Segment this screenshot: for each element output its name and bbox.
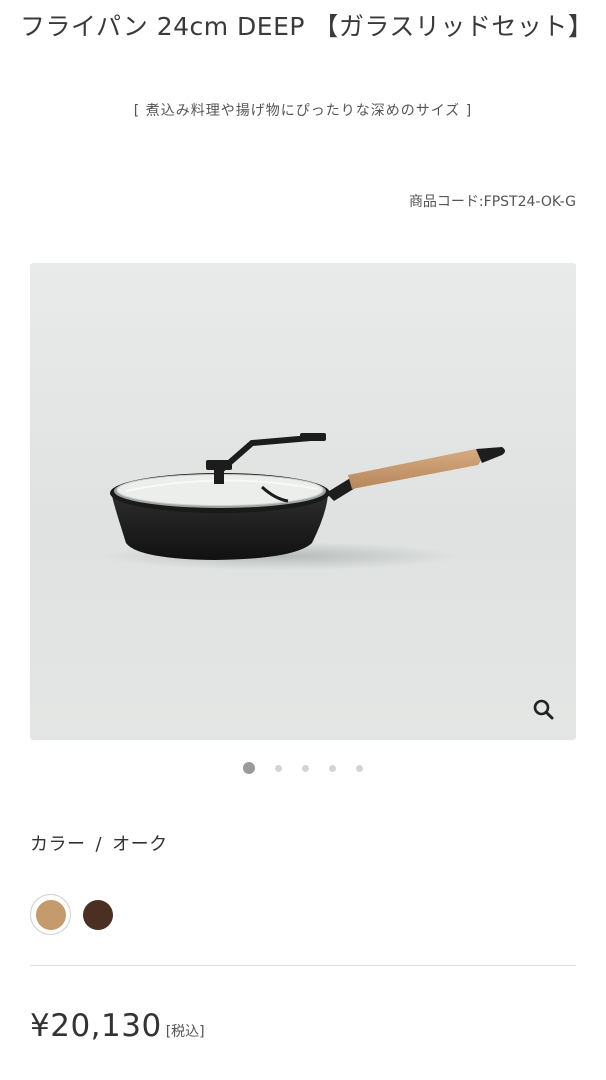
section-divider <box>30 965 576 966</box>
color-swatch-walnut[interactable] <box>83 899 113 930</box>
pagination-dot-2[interactable] <box>275 764 282 772</box>
frying-pan-image <box>100 433 505 570</box>
color-selection-label: カラー / オーク <box>30 830 168 856</box>
pagination-dot-3[interactable] <box>302 764 309 772</box>
product-subtitle: [ 煮込み料理や揚げ物にぴったりな深めのサイズ ] <box>133 103 473 119</box>
product-title: フライパン 24cm DEEP 【ガラスリッドセット】 <box>20 12 594 41</box>
price-tax-label: [税込] <box>165 1024 205 1040</box>
color-separator: / <box>95 834 103 855</box>
product-code: 商品コード:FPST24-OK-G <box>408 194 576 210</box>
product-image-gallery[interactable] <box>30 263 576 740</box>
selected-color-name: オーク <box>112 834 168 855</box>
zoom-button[interactable] <box>530 696 558 724</box>
gallery-pagination <box>0 760 606 776</box>
pagination-dot-4[interactable] <box>329 764 336 772</box>
product-price: ¥20,130 [税込] <box>30 1008 205 1044</box>
search-icon <box>533 699 554 720</box>
color-swatch-oak[interactable] <box>35 899 66 930</box>
pagination-dot-1[interactable] <box>243 762 255 774</box>
color-label: カラー <box>30 834 86 855</box>
pagination-dot-5[interactable] <box>356 764 363 772</box>
price-amount: ¥20,130 <box>30 1008 162 1044</box>
